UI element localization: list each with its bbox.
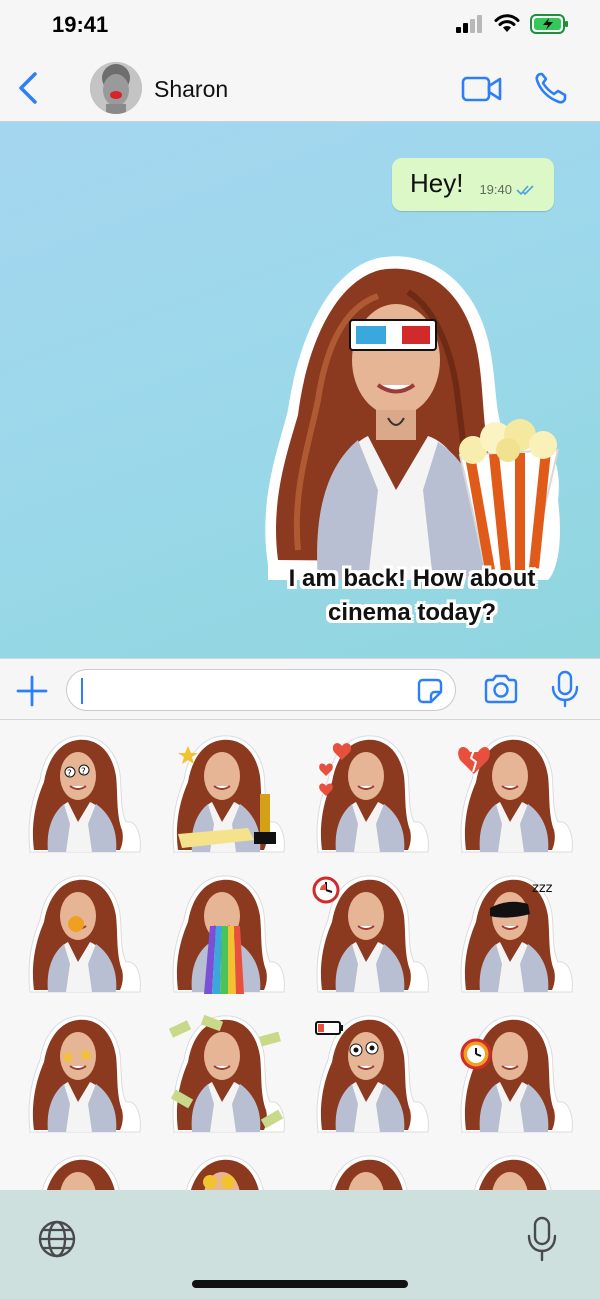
sticker-partial[interactable] — [444, 1150, 588, 1190]
back-chevron-icon — [19, 72, 37, 104]
signal-icon — [456, 15, 482, 33]
sticker-image: zzz — [460, 875, 573, 993]
sticker-image — [312, 875, 429, 993]
sticker-image — [315, 1015, 429, 1133]
sticker-sleep-mask[interactable]: zzz — [444, 870, 588, 1010]
attach-button[interactable] — [14, 673, 50, 709]
sticker-image — [28, 1015, 141, 1133]
sticker-grid: ?? zzz — [0, 730, 600, 1190]
svg-text:?: ? — [67, 769, 72, 779]
keyboard-switch-button[interactable] — [36, 1218, 78, 1260]
video-camera-icon — [461, 76, 502, 102]
message-meta: 19:40 — [479, 182, 536, 197]
sticker-image — [458, 735, 573, 853]
sticker-icon — [417, 678, 443, 704]
home-indicator[interactable] — [192, 1280, 408, 1288]
sticker-image — [316, 735, 429, 853]
sticker-broken-heart[interactable] — [444, 730, 588, 870]
dictation-microphone-icon — [527, 1216, 557, 1262]
text-caret — [81, 678, 83, 704]
back-button[interactable] — [10, 68, 46, 108]
sticker-image — [460, 1015, 573, 1133]
sticker-image — [41, 1155, 120, 1190]
sticker-image — [172, 735, 285, 853]
sticker-stopwatch[interactable] — [300, 870, 444, 1010]
sticker-partial[interactable] — [300, 1150, 444, 1190]
sticker-star-eyes[interactable] — [12, 1010, 156, 1150]
sticker-caption: I am back! How about cinema today? — [262, 562, 562, 630]
double-check-icon — [516, 184, 534, 195]
sticker-question-eyes[interactable]: ?? — [12, 730, 156, 870]
sticker-alarm-clock[interactable] — [444, 1010, 588, 1150]
status-icons — [456, 14, 570, 34]
chat-area[interactable]: Hey! 19:40 I am back! How about cinema t… — [0, 122, 600, 658]
message-input-bar — [0, 658, 600, 720]
dictation-button[interactable] — [526, 1216, 558, 1262]
wifi-icon — [494, 14, 520, 32]
message-input[interactable] — [66, 669, 456, 711]
sticker-button[interactable] — [415, 676, 445, 706]
outgoing-message-bubble[interactable]: Hey! 19:40 — [391, 158, 554, 211]
sticker-rainbow-mouth[interactable] — [156, 870, 300, 1010]
sticker-image — [172, 875, 285, 994]
svg-text:zzz: zzz — [532, 881, 553, 896]
voice-call-button[interactable] — [532, 70, 572, 106]
keyboard-accessory-bar — [0, 1190, 600, 1299]
sticker-image — [28, 875, 141, 993]
sticker-oscar-statue[interactable] — [156, 730, 300, 870]
sticker-image — [329, 1155, 408, 1190]
phone-icon — [535, 72, 567, 104]
sticker-panel[interactable]: ?? zzz — [0, 720, 600, 1190]
sticker-image — [473, 1155, 552, 1190]
microphone-icon — [551, 670, 579, 708]
sticker-image — [185, 1155, 264, 1190]
message-time: 19:40 — [479, 182, 512, 197]
status-time: 19:41 — [52, 12, 109, 37]
message-text: Hey! — [409, 168, 464, 198]
sticker-surprised-mouth[interactable] — [12, 870, 156, 1010]
sticker-money-rain[interactable] — [156, 1010, 300, 1150]
globe-icon — [38, 1220, 76, 1258]
status-bar: 19:41 — [0, 0, 600, 52]
avatar-statue-image — [90, 62, 142, 114]
camera-icon — [484, 674, 518, 704]
sticker-image — [168, 1014, 285, 1133]
sticker-partial-coin-glasses[interactable] — [156, 1150, 300, 1190]
video-call-button[interactable] — [460, 72, 504, 106]
battery-charging-icon — [530, 14, 568, 34]
sticker-hearts[interactable] — [300, 730, 444, 870]
sticker-image: ?? — [28, 735, 141, 853]
sticker-low-battery[interactable] — [300, 1010, 444, 1150]
camera-button[interactable] — [482, 671, 520, 707]
sticker-caption-line2: cinema today? — [327, 599, 497, 626]
contact-name[interactable]: Sharon — [154, 76, 228, 103]
plus-icon — [16, 675, 48, 707]
voice-message-button[interactable] — [548, 669, 582, 709]
sticker-partial[interactable] — [12, 1150, 156, 1190]
chat-header: Sharon — [0, 52, 600, 122]
contact-avatar[interactable] — [90, 62, 142, 114]
sticker-caption-line1: I am back! How about — [288, 565, 536, 592]
svg-text:?: ? — [81, 767, 86, 777]
